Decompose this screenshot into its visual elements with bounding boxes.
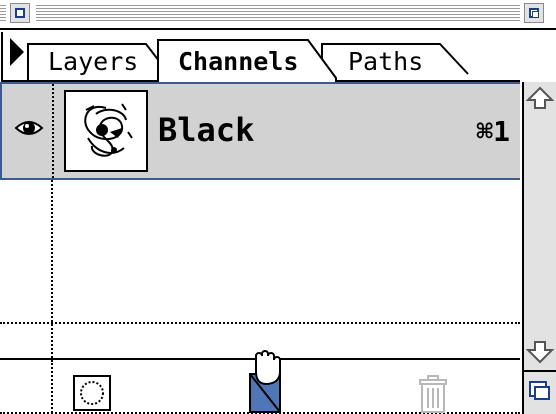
grow-box-icon[interactable]: [524, 370, 556, 414]
trash-can-icon[interactable]: [418, 374, 448, 414]
vertical-scrollbar[interactable]: [522, 82, 556, 414]
list-bottom-divider: [0, 322, 520, 324]
eye-column-divider: [52, 84, 54, 178]
channels-palette: Layers Channels Paths Black ⌘1: [0, 0, 556, 414]
eye-icon[interactable]: [14, 116, 44, 140]
tab-paths[interactable]: Paths: [348, 47, 423, 77]
channel-row-black[interactable]: Black ⌘1: [0, 82, 520, 180]
tab-layers[interactable]: Layers: [48, 47, 138, 77]
new-channel-page-icon[interactable]: [244, 350, 288, 414]
channel-shortcut: ⌘1: [476, 115, 510, 148]
palette-toolbar: [0, 350, 520, 414]
palette-tab-row: Layers Channels Paths: [0, 30, 556, 82]
close-box-icon[interactable]: [10, 3, 30, 23]
palette-title-bar[interactable]: [0, 0, 556, 30]
up-arrow-icon[interactable]: [524, 82, 556, 114]
visibility-column-divider: [51, 180, 53, 362]
title-bar-stripes-left: [0, 5, 6, 21]
tab-channels[interactable]: Channels: [178, 47, 298, 77]
palette-menu-arrow-icon[interactable]: [0, 30, 34, 74]
channel-thumbnail: [64, 90, 148, 172]
title-bar-stripes: [36, 5, 520, 21]
channel-name: Black: [158, 111, 255, 149]
visibility-column[interactable]: [2, 84, 52, 182]
zoom-box-icon[interactable]: [524, 3, 544, 23]
channel-list: Black ⌘1: [0, 82, 520, 362]
dotted-circle-selection-icon[interactable]: [72, 374, 112, 412]
down-arrow-icon[interactable]: [524, 336, 556, 368]
toolbar-divider: [51, 360, 53, 414]
